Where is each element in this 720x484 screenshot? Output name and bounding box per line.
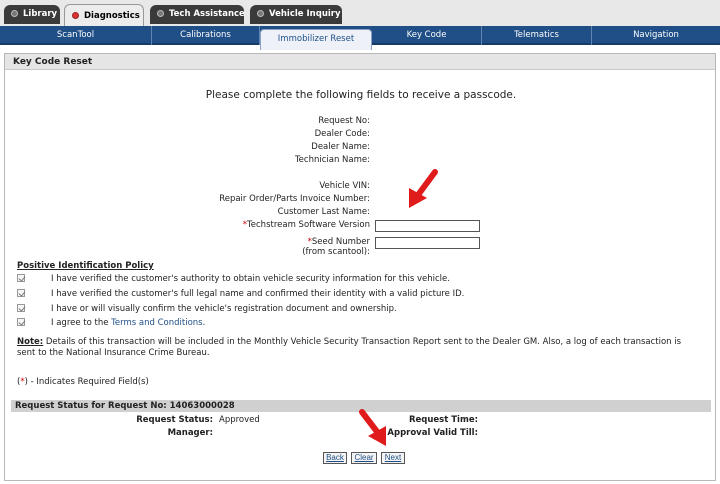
techstream-version-input[interactable] [375, 220, 480, 232]
back-button[interactable]: Back [323, 452, 347, 464]
techstream-label-text: Techstream Software Version [247, 220, 370, 230]
seed-number-label: *Seed Number [308, 237, 370, 247]
annotation-arrow-icon [409, 169, 438, 208]
policy-title: Positive Identification Policy [17, 261, 154, 271]
policy-checkbox[interactable] [17, 274, 25, 282]
note-label: Note: [17, 337, 44, 347]
seed-label-text: Seed Number [311, 237, 370, 247]
dealer-name-label: Dealer Name: [311, 142, 370, 152]
required-fields-note: (*) - Indicates Required Field(s) [17, 377, 149, 387]
policy-text: I have verified the customer's authority… [51, 274, 450, 284]
nav-navigation[interactable]: Navigation [592, 26, 720, 45]
seed-number-input[interactable] [375, 237, 480, 249]
section-title: Key Code Reset [5, 54, 715, 70]
nav-calibrations[interactable]: Calibrations [152, 26, 260, 45]
policy-checkbox[interactable] [17, 289, 25, 297]
policy-item: I have verified the customer's full lega… [17, 289, 464, 299]
required-note-text: ) - Indicates Required Field(s) [24, 377, 149, 387]
tab-library[interactable]: Library [4, 5, 60, 24]
radio-icon [157, 10, 164, 17]
policy-text: I have verified the customer's full lega… [51, 289, 465, 299]
clear-button[interactable]: Clear [351, 452, 377, 464]
nav-immobilizer-reset[interactable]: Immobilizer Reset [260, 29, 372, 50]
tab-diagnostics[interactable]: Diagnostics [64, 4, 144, 26]
manager-label: Manager: [167, 428, 213, 438]
vehicle-vin-label: Vehicle VIN: [319, 181, 370, 191]
policy-text: I have or will visually confirm the vehi… [51, 304, 397, 314]
intro-text: Please complete the following fields to … [205, 89, 517, 101]
techstream-version-label: *Techstream Software Version [243, 220, 370, 230]
technician-name-label: Technician Name: [294, 155, 370, 165]
tab-tech-assistance[interactable]: Tech Assistance [150, 5, 245, 24]
terms-link[interactable]: Terms and Conditions [111, 318, 202, 328]
policy-item: I have or will visually confirm the vehi… [17, 304, 397, 314]
terms-suffix: . [202, 318, 206, 328]
policy-item: I agree to the Terms and Conditions. [17, 318, 205, 328]
top-tab-bar: Library Diagnostics Tech Assistance Vehi… [0, 0, 720, 26]
sub-nav-bar: ScanTool Calibrations Immobilizer Reset … [0, 26, 720, 50]
radio-icon [11, 10, 18, 17]
note-text: Note: Details of this transaction will b… [17, 337, 697, 359]
request-status-label: Request Status: [136, 415, 213, 425]
repair-order-label: Repair Order/Parts Invoice Number: [219, 194, 370, 204]
annotation-arrow-icon [359, 409, 386, 446]
customer-last-name-label: Customer Last Name: [277, 207, 370, 217]
policy-checkbox[interactable] [17, 304, 25, 312]
nav-scantool[interactable]: ScanTool [0, 26, 152, 45]
policy-item: I have verified the customer's authority… [17, 274, 450, 284]
approval-valid-till-label: Approval Valid Till: [387, 428, 478, 438]
nav-key-code[interactable]: Key Code [372, 26, 482, 45]
tab-vehicle-inquiry[interactable]: Vehicle Inquiry [250, 5, 342, 24]
request-time-label: Request Time: [408, 415, 478, 425]
terms-prefix: I agree to the [51, 318, 112, 328]
seed-number-sublabel: (from scantool): [302, 247, 370, 257]
tab-label: Tech Assistance [169, 9, 245, 19]
next-button[interactable]: Next [381, 452, 405, 464]
request-status-value: Approved [219, 415, 260, 425]
tab-label: Library [23, 9, 58, 19]
radio-icon [72, 12, 79, 19]
nav-telematics[interactable]: Telematics [482, 26, 592, 45]
terms-checkbox[interactable] [17, 318, 25, 326]
dealer-code-label: Dealer Code: [314, 129, 370, 139]
request-no-label: Request No: [318, 116, 370, 126]
tab-label: Diagnostics [84, 11, 140, 21]
radio-icon [257, 10, 264, 17]
tab-label: Vehicle Inquiry [269, 9, 341, 19]
note-body: Details of this transaction will be incl… [17, 337, 682, 358]
